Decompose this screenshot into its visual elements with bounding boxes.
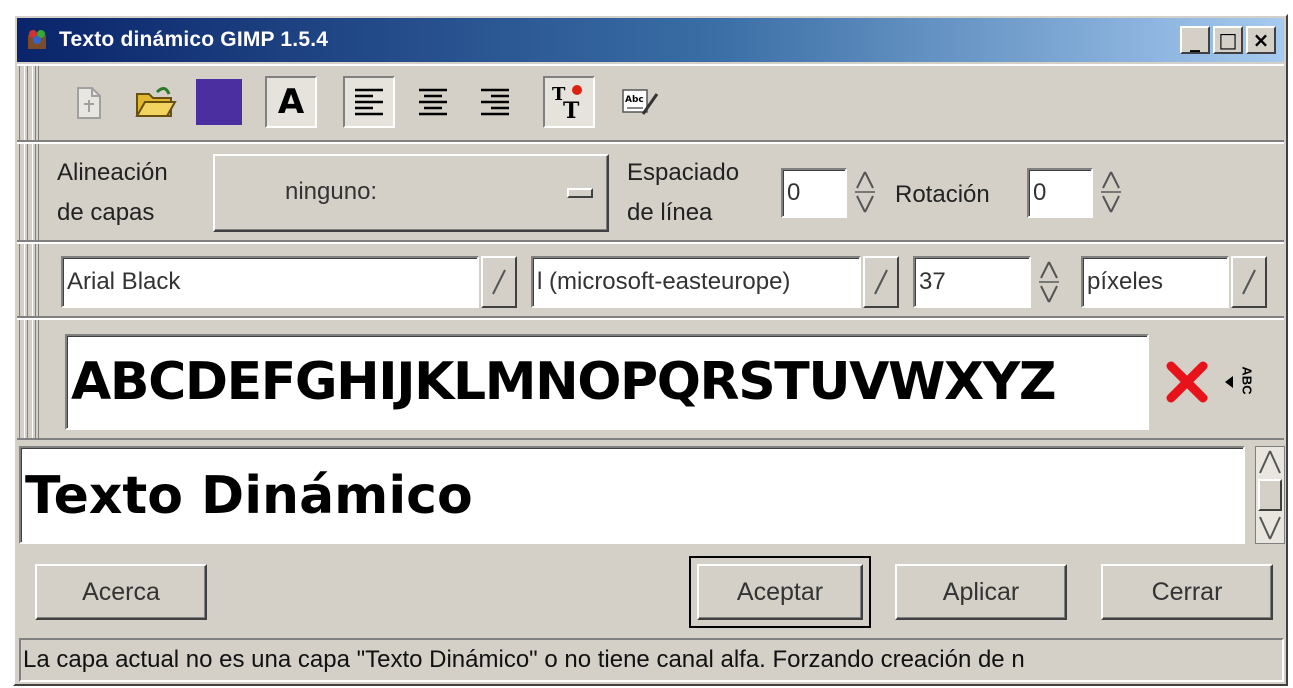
font-grip[interactable]: [17, 244, 39, 316]
align-right-button[interactable]: [469, 76, 521, 128]
title-bar[interactable]: Texto dinámico GIMP 1.5.4 _ □ ×: [17, 18, 1284, 62]
new-layer-icon: [77, 87, 101, 119]
svg-text:Abc: Abc: [625, 95, 644, 105]
layer-alignment-dropdown[interactable]: ninguno:: [213, 154, 609, 232]
chevron-down-icon: [874, 269, 888, 295]
scroll-down-icon[interactable]: [1256, 513, 1284, 543]
font-encoding-field[interactable]: l (microsoft-easteurope): [531, 256, 861, 308]
layer-alignment-value: ninguno:: [285, 178, 378, 205]
dynamic-text-window: Texto dinámico GIMP 1.5.4 _ □ × A T T Ab…: [13, 14, 1288, 686]
minimize-button[interactable]: _: [1180, 26, 1210, 54]
font-encoding-value: l (microsoft-easteurope): [537, 268, 791, 295]
ok-button-label: Aceptar: [736, 577, 824, 606]
rotation-value: 0: [1033, 179, 1047, 206]
line-spacing-value: 0: [787, 179, 801, 206]
rotation-spinner-icon[interactable]: [1097, 170, 1125, 214]
align-left-button[interactable]: [343, 76, 395, 128]
line-spacing-spinner-icon[interactable]: [851, 170, 879, 214]
close-button-label: Cerrar: [1151, 577, 1223, 606]
apply-button[interactable]: Aplicar: [895, 564, 1067, 620]
abc-label: ABC: [1239, 366, 1255, 395]
spellcheck-icon: Abc: [622, 89, 659, 115]
antialias-toggle[interactable]: A: [265, 76, 317, 128]
text-color-button[interactable]: [193, 76, 245, 128]
text-editor-scrollbar[interactable]: [1255, 446, 1285, 544]
about-button-label: Acerca: [82, 577, 160, 606]
toolbar: A T T Abc: [17, 64, 1284, 142]
new-layer-button[interactable]: [63, 76, 115, 128]
antialias-icon: A: [277, 82, 305, 122]
font-preview-row: ABCDEFGHIJKLMNOPQRSTUVWXYZ ABC: [17, 318, 1284, 440]
window-title: Texto dinámico GIMP 1.5.4: [59, 28, 329, 51]
font-preview: ABCDEFGHIJKLMNOPQRSTUVWXYZ: [65, 334, 1149, 430]
close-button[interactable]: Cerrar: [1101, 564, 1273, 620]
gimp-app-icon: [25, 28, 49, 52]
font-size-input[interactable]: 37: [913, 256, 1031, 308]
dropdown-indicator-icon: [567, 188, 593, 198]
options-row: Alineación de capas ninguno: Espaciado d…: [17, 142, 1284, 242]
apply-button-label: Aplicar: [942, 577, 1020, 606]
open-file-button[interactable]: [129, 76, 181, 128]
maximize-icon: □: [1218, 28, 1238, 52]
align-right-icon: [481, 88, 509, 116]
layer-alignment-label-1: Alineación: [57, 159, 168, 186]
chevron-down-icon: [492, 269, 506, 295]
layer-alignment-label-2: de capas: [57, 199, 155, 226]
font-row: Arial Black l (microsoft-easteurope) 37 …: [17, 242, 1284, 318]
rotation-label: Rotación: [895, 181, 990, 208]
spellcheck-button[interactable]: Abc: [615, 76, 667, 128]
font-family-dropdown-button[interactable]: [481, 256, 517, 308]
font-family-value: Arial Black: [67, 268, 181, 295]
align-left-icon: [355, 88, 383, 116]
rotation-input[interactable]: 0: [1027, 168, 1093, 218]
text-editor[interactable]: Texto Dinámico: [19, 446, 1245, 544]
scroll-up-icon[interactable]: [1256, 447, 1284, 477]
clear-text-icon[interactable]: [1165, 360, 1209, 404]
options-grip[interactable]: [17, 144, 39, 240]
chevron-down-icon: [1242, 269, 1256, 295]
font-unit-dropdown-button[interactable]: [1231, 256, 1267, 308]
preview-grip[interactable]: [17, 320, 39, 438]
text-layer-button[interactable]: T T: [543, 76, 595, 128]
scroll-thumb[interactable]: [1258, 479, 1282, 511]
line-spacing-input[interactable]: 0: [781, 168, 847, 218]
font-unit-value: píxeles: [1087, 268, 1164, 295]
close-window-button[interactable]: ×: [1246, 26, 1276, 54]
color-swatch-icon: [196, 79, 242, 125]
font-size-value: 37: [919, 268, 946, 295]
font-unit-field[interactable]: píxeles: [1081, 256, 1229, 308]
caret-left-icon: [1225, 376, 1233, 388]
about-button[interactable]: Acerca: [35, 564, 207, 620]
line-spacing-label-1: Espaciado: [627, 159, 740, 186]
ok-button[interactable]: Aceptar: [689, 556, 871, 628]
align-center-icon: [419, 88, 447, 116]
svg-text:T: T: [563, 98, 580, 122]
font-family-field[interactable]: Arial Black: [61, 256, 479, 308]
line-spacing-label-2: de línea: [627, 199, 713, 226]
align-center-button[interactable]: [407, 76, 459, 128]
maximize-button[interactable]: □: [1213, 26, 1243, 54]
status-bar: La capa actual no es una capa "Texto Din…: [19, 638, 1284, 682]
abc-insert-button[interactable]: ABC: [1223, 364, 1269, 400]
open-folder-icon: [135, 87, 177, 117]
minimize-icon: _: [1190, 28, 1200, 52]
font-size-spinner-icon[interactable]: [1035, 260, 1063, 304]
toolbar-grip[interactable]: [17, 66, 39, 140]
text-layer-icon: T T: [552, 84, 582, 122]
close-icon: ×: [1252, 28, 1270, 52]
font-encoding-dropdown-button[interactable]: [863, 256, 899, 308]
